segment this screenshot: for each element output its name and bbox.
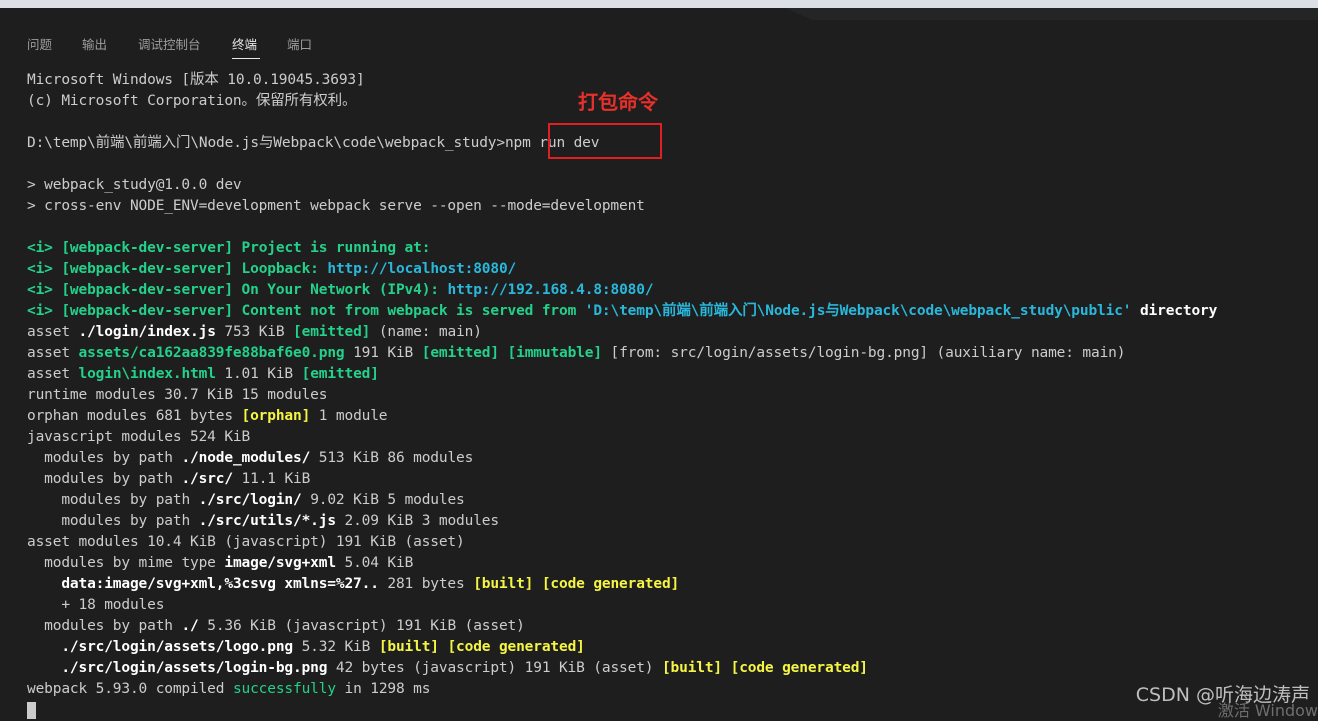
- terminal-line: (c) Microsoft Corporation。保留所有权利。: [27, 93, 357, 109]
- prompt-path: D:\temp\前端\前端入门\Node.js与Webpack\code\web…: [27, 135, 505, 151]
- terminal-line: ./src/login/assets/login-bg.png 42 bytes…: [61, 660, 868, 676]
- panel-tab-bar: 问题 输出 调试控制台 终端 端口: [0, 26, 1318, 62]
- terminal-line: modules by path ./ 5.36 KiB (javascript)…: [44, 618, 525, 634]
- window-top-strip: [0, 0, 1318, 8]
- terminal-line: modules by mime type image/svg+xml 5.04 …: [44, 555, 414, 571]
- terminal-line: <i> [webpack-dev-server] Content not fro…: [27, 303, 1218, 319]
- terminal-line: asset modules 10.4 KiB (javascript) 191 …: [27, 534, 465, 550]
- loopback-link[interactable]: http://localhost:8080/: [327, 261, 516, 277]
- terminal-line: runtime modules 30.7 KiB 15 modules: [27, 387, 328, 403]
- terminal-line: javascript modules 524 KiB: [27, 429, 251, 445]
- terminal-line: modules by path ./src/ 11.1 KiB: [44, 471, 311, 487]
- terminal-line: + 18 modules: [61, 597, 165, 613]
- terminal-line: asset login\index.html 1.01 KiB [emitted…: [27, 366, 379, 382]
- terminal-line: orphan modules 681 bytes [orphan] 1 modu…: [27, 408, 388, 424]
- terminal-line: data:image/svg+xml,%3csvg xmlns=%27.. 28…: [61, 576, 680, 592]
- terminal-line: ./src/login/assets/logo.png 5.32 KiB [bu…: [61, 639, 585, 655]
- terminal-prompt-line: D:\temp\前端\前端入门\Node.js与Webpack\code\web…: [27, 133, 1318, 154]
- csdn-watermark: CSDN @听海边涛声: [1135, 684, 1310, 706]
- terminal-output[interactable]: Microsoft Windows [版本 10.0.19045.3693] (…: [27, 70, 1318, 721]
- terminal-line: [27, 700, 1318, 721]
- terminal-line: modules by path ./src/utils/*.js 2.09 Ki…: [61, 513, 499, 529]
- tab-output[interactable]: 输出: [82, 34, 107, 53]
- terminal-line: modules by path ./node_modules/ 513 KiB …: [44, 450, 474, 466]
- terminal-line: <i> [webpack-dev-server] Loopback: http:…: [27, 261, 517, 277]
- tab-terminal[interactable]: 终端: [232, 34, 257, 53]
- tab-debug-console[interactable]: 调试控制台: [138, 34, 201, 53]
- terminal-line: modules by path ./src/login/ 9.02 KiB 5 …: [61, 492, 465, 508]
- terminal-line: <i> [webpack-dev-server] On Your Network…: [27, 282, 654, 298]
- annotation-label: 打包命令: [578, 90, 658, 114]
- terminal-line: asset ./login/index.js 753 KiB [emitted]…: [27, 324, 482, 340]
- terminal-line: <i> [webpack-dev-server] Project is runn…: [27, 240, 431, 256]
- terminal-line: webpack 5.93.0 compiled successfully in …: [27, 681, 431, 697]
- terminal-cursor: [27, 701, 36, 719]
- terminal-line: asset assets/ca162aa839fe88baf6e0.png 19…: [27, 345, 1126, 361]
- terminal-line: > webpack_study@1.0.0 dev: [27, 177, 242, 193]
- tab-problems[interactable]: 问题: [27, 34, 52, 53]
- annotation-highlight-box: [548, 123, 662, 159]
- terminal-line: Microsoft Windows [版本 10.0.19045.3693]: [27, 72, 365, 88]
- editor-edge: [786, 8, 1318, 20]
- active-tab-indicator: [232, 58, 260, 59]
- terminal-line: > cross-env NODE_ENV=development webpack…: [27, 198, 645, 214]
- network-link[interactable]: http://192.168.4.8:8080/: [447, 282, 653, 298]
- tab-ports[interactable]: 端口: [287, 34, 312, 53]
